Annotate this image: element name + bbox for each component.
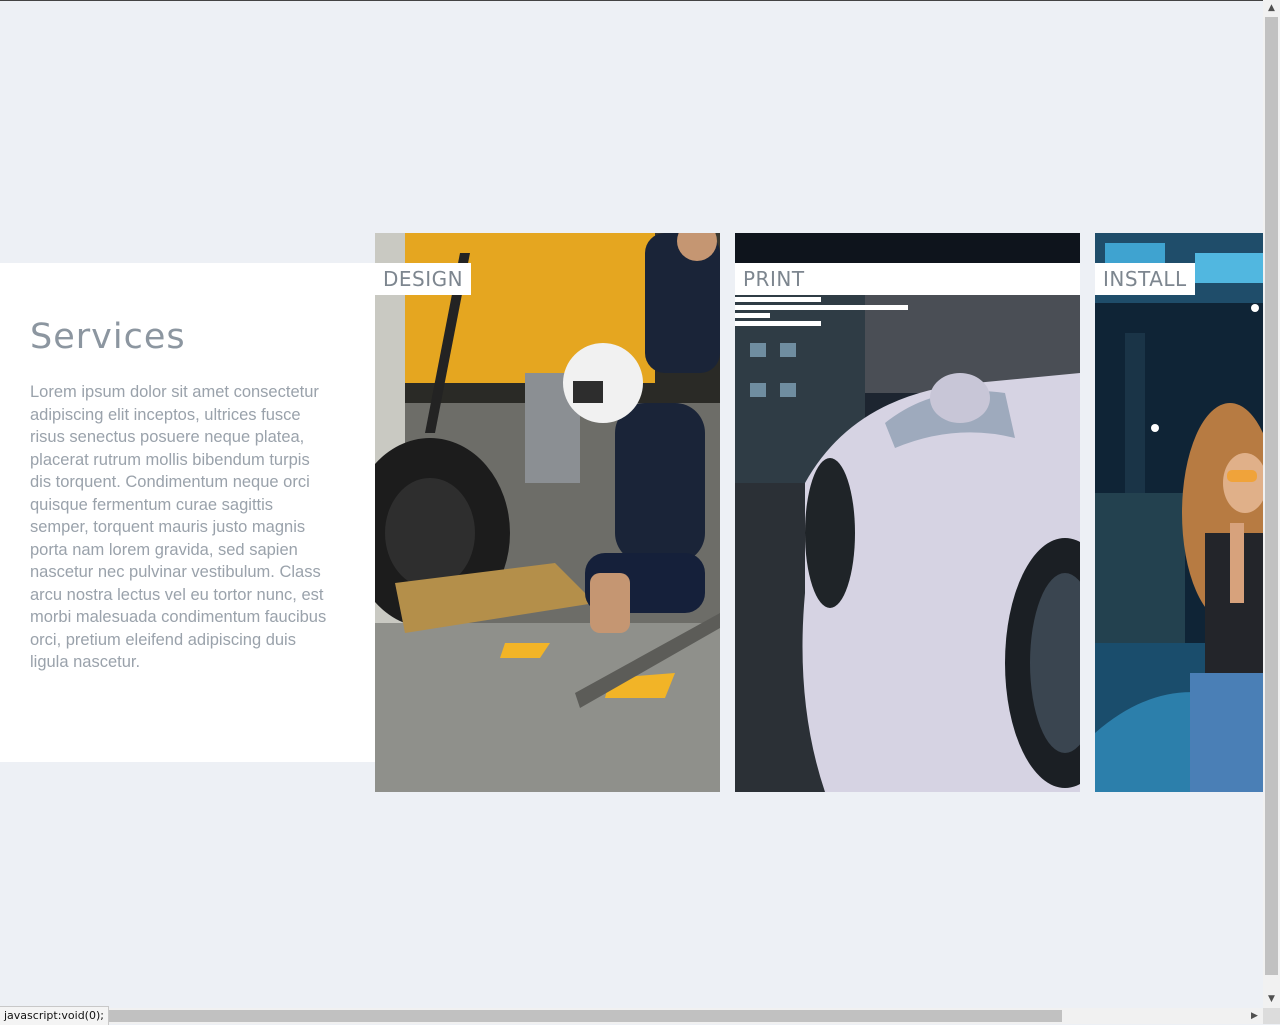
horizontal-scroll-thumb[interactable] [102,1010,1062,1022]
pit-crew-racing-photo [375,233,720,792]
services-title: Services [30,317,186,357]
scrollbar-corner [1263,1008,1280,1024]
decor-line [735,305,908,310]
horizontal-scrollbar[interactable]: ▶ [0,1008,1263,1024]
scroll-down-arrow-icon[interactable]: ▼ [1263,991,1280,1008]
service-card-print[interactable]: PRINT [735,233,1080,792]
white-sports-car-photo [735,233,1080,792]
decor-line [735,313,770,318]
service-card-install[interactable]: INSTALL [1095,233,1263,792]
vertical-scrollbar[interactable]: ▲ ▼ [1263,0,1280,1008]
page-viewport: Services Lorem ipsum dolor sit amet cons… [0,0,1263,1008]
vertical-scroll-thumb[interactable] [1265,17,1278,975]
service-card-design[interactable]: DESIGN [375,233,720,792]
status-bar-link-preview: javascript:void(0); [0,1006,109,1025]
scroll-up-arrow-icon[interactable]: ▲ [1263,0,1280,17]
card-label-design: DESIGN [375,263,472,295]
woman-neon-street-photo [1095,233,1263,792]
card-label-install: INSTALL [1095,263,1195,295]
decor-line [735,321,821,326]
card-label-print: PRINT [735,263,813,295]
services-description: Lorem ipsum dolor sit amet consectetur a… [30,383,327,671]
scroll-right-arrow-icon[interactable]: ▶ [1246,1008,1263,1025]
decor-line [735,297,821,302]
